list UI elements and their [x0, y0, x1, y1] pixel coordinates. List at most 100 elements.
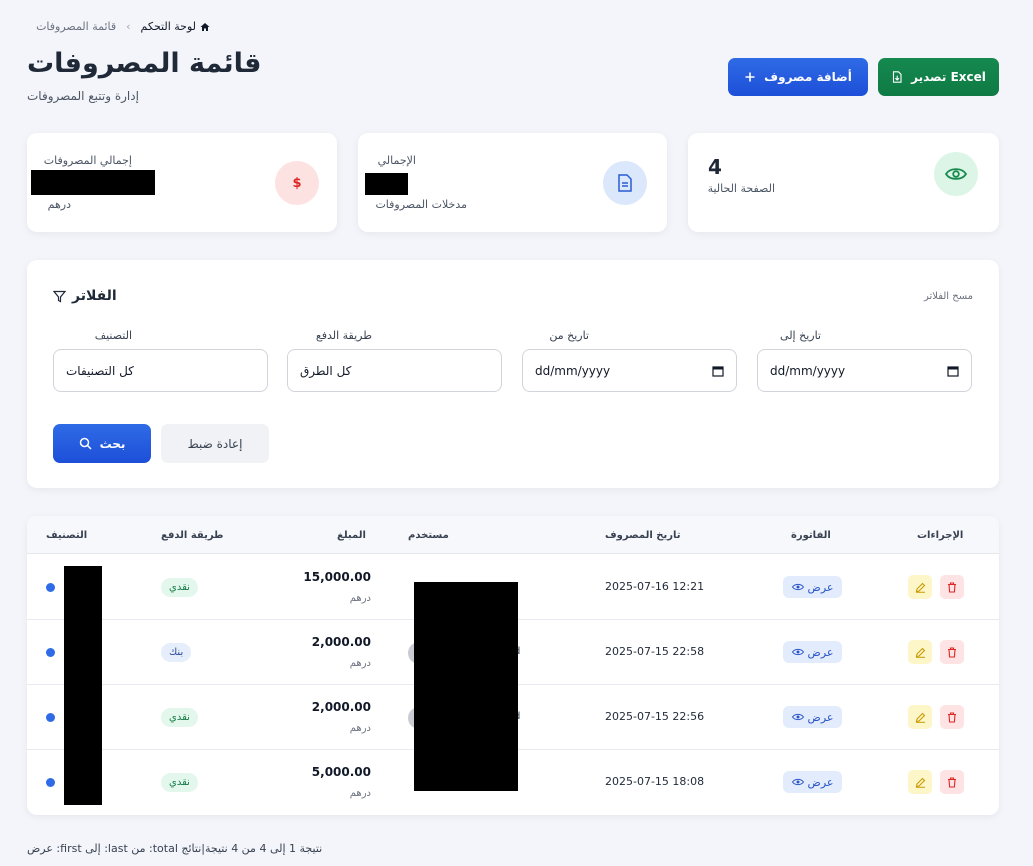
expense-date: 2025-07-16 12:21	[605, 580, 705, 593]
payment-method-select-value: كل الطرق	[300, 363, 352, 378]
add-expense-button[interactable]: أضافة مصروف	[728, 58, 868, 96]
home-icon	[200, 22, 210, 31]
amount-currency: درهم	[349, 723, 371, 734]
reset-button[interactable]: إعادة ضبط	[161, 424, 269, 463]
export-excel-button[interactable]: Excel تصدير	[878, 58, 999, 96]
edit-button[interactable]	[908, 770, 932, 794]
edit-icon	[915, 712, 925, 723]
table-header: التصنيف طريقة الدفع المبلغ مستخدم تاريخ …	[27, 516, 999, 554]
col-category: التصنيف	[46, 530, 88, 541]
col-amount: المبلغ	[337, 530, 366, 541]
view-label: عرض	[807, 710, 834, 724]
filter-panel: الفلاتر مسح الفلاتر التصنيف كل التصنيفات…	[27, 260, 999, 488]
col-payment: طريقة الدفع	[161, 530, 224, 541]
user-names-redacted	[414, 582, 518, 791]
amount-value: 15,000.00	[303, 570, 371, 584]
document-icon	[603, 161, 647, 205]
stat-card-entries: الإجمالي مدخلات المصروفات	[358, 133, 667, 232]
delete-button[interactable]	[940, 770, 964, 794]
view-invoice-button[interactable]: عرض	[783, 641, 842, 663]
stat-entries-value-redacted	[365, 173, 408, 195]
stat-total-value-redacted	[31, 170, 155, 195]
category-color-dot	[46, 713, 55, 722]
breadcrumb-home-label: لوحة التحكم	[140, 20, 196, 33]
breadcrumb-current: قائمة المصروفات	[36, 20, 117, 33]
stat-total-unit: درهم	[47, 198, 71, 211]
eye-icon	[791, 713, 804, 721]
clear-filters-link[interactable]: مسح الفلاتر	[924, 291, 973, 302]
category-names-redacted	[64, 566, 102, 805]
edit-button[interactable]	[908, 705, 932, 729]
amount-currency: درهم	[349, 788, 371, 799]
expense-date: 2025-07-15 22:58	[605, 645, 705, 658]
trash-icon	[948, 776, 956, 788]
edit-icon	[915, 582, 925, 593]
date-from-placeholder: dd/mm/yyyy	[535, 363, 611, 378]
category-color-dot	[46, 583, 55, 592]
expense-date: 2025-07-15 18:08	[605, 775, 705, 788]
date-from-input[interactable]: dd/mm/yyyy	[522, 349, 737, 392]
category-select[interactable]: كل التصنيفات	[53, 349, 268, 392]
amount-value: 5,000.00	[311, 765, 371, 779]
edit-icon	[915, 647, 925, 658]
amount-currency: درهم	[349, 658, 371, 669]
view-label: عرض	[807, 580, 834, 594]
dollar-icon: $	[275, 161, 319, 205]
stat-page-label: الصفحة الحالية	[707, 182, 775, 195]
view-invoice-button[interactable]: عرض	[783, 576, 842, 598]
trash-icon	[948, 646, 956, 658]
funnel-icon	[53, 290, 66, 302]
view-invoice-button[interactable]: عرض	[783, 706, 842, 728]
stat-entries-sub: مدخلات المصروفات	[375, 198, 467, 211]
calendar-icon[interactable]	[947, 365, 959, 377]
edit-button[interactable]	[908, 640, 932, 664]
col-actions: الإجراءات	[917, 530, 964, 541]
payment-badge: نقدي	[161, 773, 198, 792]
amount-currency: درهم	[349, 593, 371, 604]
pagination-summary: نتيجة 1 إلى 4 من 4 نتيجة|نتائج total: من…	[27, 842, 323, 855]
category-color-dot	[46, 648, 55, 657]
breadcrumb-home-link[interactable]: لوحة التحكم	[141, 20, 210, 33]
breadcrumb: قائمة المصروفات ‹ لوحة التحكم	[36, 20, 210, 33]
page-title: قائمة المصروفات	[27, 48, 262, 79]
trash-icon	[948, 711, 956, 723]
view-label: عرض	[807, 645, 834, 659]
edit-button[interactable]	[908, 575, 932, 599]
delete-button[interactable]	[940, 705, 964, 729]
filter-title-label: الفلاتر	[72, 288, 117, 304]
payment-badge: بنك	[161, 643, 192, 662]
search-button[interactable]: بحث	[53, 424, 151, 463]
add-label: أضافة مصروف	[764, 70, 852, 84]
delete-button[interactable]	[940, 575, 964, 599]
trash-icon	[948, 581, 956, 593]
category-color-dot	[46, 778, 55, 787]
payment-badge: نقدي	[161, 708, 198, 727]
search-icon	[79, 437, 92, 450]
amount-value: 2,000.00	[311, 700, 371, 714]
delete-button[interactable]	[940, 640, 964, 664]
calendar-icon[interactable]	[712, 365, 724, 377]
view-label: عرض	[807, 775, 834, 789]
eye-icon	[791, 648, 804, 656]
category-label: التصنيف	[94, 329, 132, 342]
col-invoice: الفاتورة	[791, 530, 831, 541]
col-user: مستخدم	[408, 530, 449, 541]
file-export-icon	[893, 71, 902, 83]
date-to-input[interactable]: dd/mm/yyyy	[757, 349, 972, 392]
stat-total-label: إجمالي المصروفات	[43, 154, 132, 167]
stat-entries-label: الإجمالي	[377, 154, 416, 167]
filter-title: الفلاتر	[53, 288, 117, 304]
amount-value: 2,000.00	[311, 635, 371, 649]
payment-badge: نقدي	[161, 578, 198, 597]
export-label: Excel تصدير	[911, 70, 986, 84]
date-to-label: تاريخ إلى	[780, 329, 821, 342]
stat-card-total: $ إجمالي المصروفات درهم	[27, 133, 337, 232]
payment-method-select[interactable]: كل الطرق	[287, 349, 502, 392]
eye-icon	[791, 583, 804, 591]
payment-method-label: طريقة الدفع	[315, 329, 372, 342]
chevron-left-icon: ‹	[126, 20, 131, 33]
view-invoice-button[interactable]: عرض	[783, 771, 842, 793]
date-from-label: تاريخ من	[549, 329, 589, 342]
stat-page-value: 4	[708, 155, 722, 179]
category-select-value: كل التصنيفات	[66, 363, 134, 378]
